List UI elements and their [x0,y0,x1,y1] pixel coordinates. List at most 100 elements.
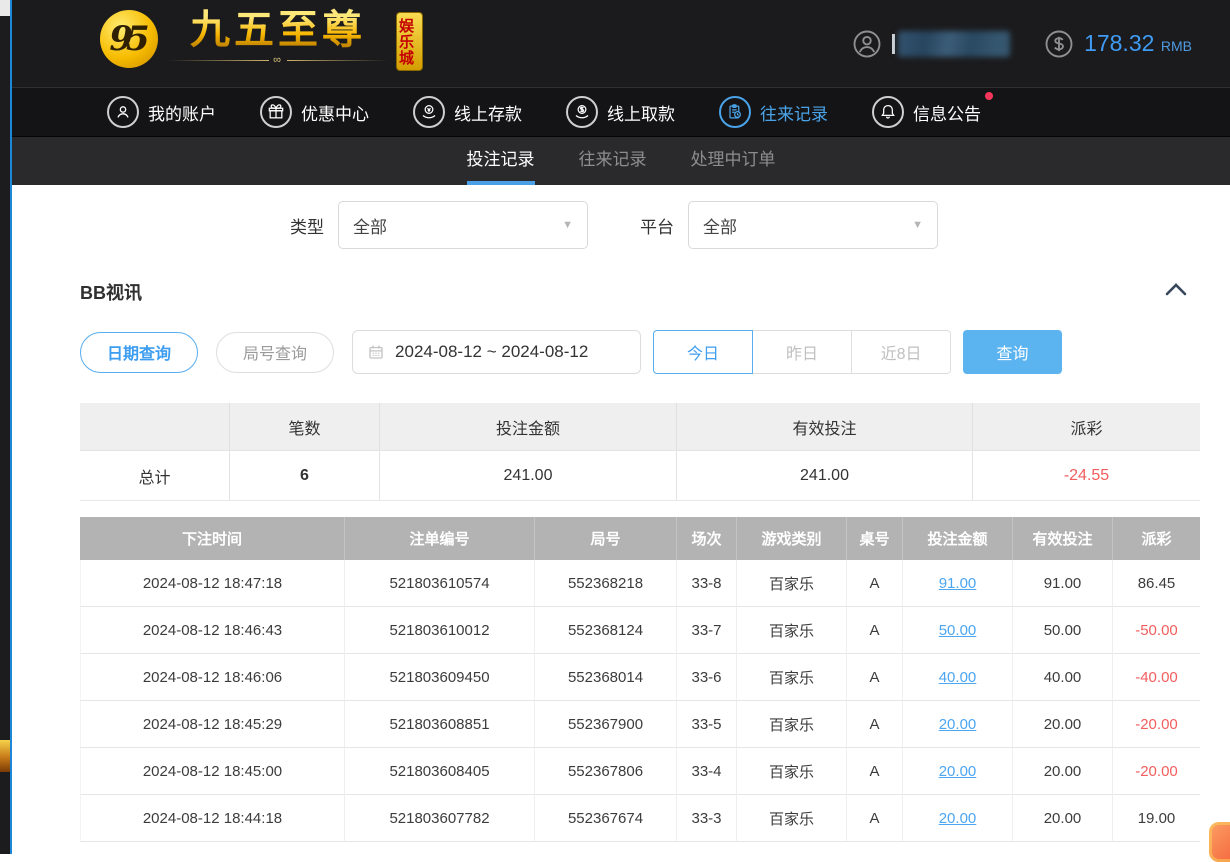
col-session: 场次 [677,517,737,560]
date-query-button[interactable]: 日期查询 [80,332,198,373]
summary-header-count: 笔数 [230,403,380,451]
user-account-chip[interactable] [852,29,1010,59]
cell-round-id: 552367900 [535,701,677,748]
summary-header-blank [80,403,230,451]
user-avatar-icon [852,29,882,59]
tab-transaction-records[interactable]: 往来记录 [579,137,647,185]
payout-cell: -20.00 [1113,748,1200,795]
cell-game-type: 百家乐 [737,701,847,748]
username-masked [892,31,1010,57]
nav-label: 往来记录 [760,100,828,125]
bet-amount-link[interactable]: 91.00 [939,575,977,592]
nav-label: 线上取款 [607,100,675,125]
summary-payout-value: -24.55 [973,451,1200,501]
account-icon [107,96,139,128]
cell-session: 33-4 [677,748,737,795]
cell-bet-time: 2024-08-12 18:45:29 [80,701,345,748]
table-row: 2024-08-12 18:46:43 521803610012 5523681… [80,607,1200,654]
summary-header-row: 笔数 投注金额 有效投注 派彩 [80,403,1200,451]
cell-game-type: 百家乐 [737,607,847,654]
summary-header-bet-amount: 投注金额 [380,403,677,451]
cell-round-id: 552368014 [535,654,677,701]
dollar-coin-icon [1044,29,1074,59]
cell-valid-bet: 20.00 [1013,701,1113,748]
quick-range-group: 今日 昨日 近8日 [653,330,951,374]
table-header-row: 下注时间 注单编号 局号 场次 游戏类别 桌号 投注金额 有效投注 派彩 [80,517,1200,560]
cell-bet-id: 521803608405 [345,748,535,795]
yesterday-button[interactable]: 昨日 [752,330,852,374]
balance-chip[interactable]: 178.32 RMB [1044,29,1192,59]
nav-item-online-withdraw[interactable]: 线上取款 [566,96,675,128]
col-valid-bet: 有效投注 [1013,517,1113,560]
cell-valid-bet: 20.00 [1013,795,1113,842]
balance-amount: 178.32 [1084,30,1154,56]
bell-icon [872,96,904,128]
calendar-icon [367,343,385,361]
top-header: 95 九五至尊 ∞ 娱乐城 [12,0,1230,87]
bet-amount-link[interactable]: 40.00 [939,669,977,686]
cell-table-no: A [847,654,903,701]
nav-item-promotions[interactable]: 优惠中心 [260,96,369,128]
records-clipboard-icon [719,96,751,128]
gift-icon [260,96,292,128]
summary-total-label: 总计 [80,451,230,501]
payout-cell: 86.45 [1113,560,1200,607]
cell-session: 33-3 [677,795,737,842]
nav-item-announcements[interactable]: 信息公告 [872,96,981,128]
date-range-input[interactable]: 2024-08-12 ~ 2024-08-12 [352,330,641,374]
cell-round-id: 552368124 [535,607,677,654]
type-select-value: 全部 [353,213,387,238]
cell-bet-time: 2024-08-12 18:44:18 [80,795,345,842]
cell-table-no: A [847,701,903,748]
nav-item-my-account[interactable]: 我的账户 [107,96,216,128]
table-row: 2024-08-12 18:45:29 521803608851 5523679… [80,701,1200,748]
left-edge-corner [0,0,10,16]
cell-bet-time: 2024-08-12 18:45:00 [80,748,345,795]
payout-cell: 19.00 [1113,795,1200,842]
col-bet-amount: 投注金额 [903,517,1013,560]
cell-valid-bet: 40.00 [1013,654,1113,701]
bet-amount-link[interactable]: 50.00 [939,622,977,639]
cell-table-no: A [847,795,903,842]
nav-item-transaction-records[interactable]: 往来记录 [719,96,828,128]
bet-amount-link[interactable]: 20.00 [939,716,977,733]
floating-promo-widget[interactable] [1209,822,1230,862]
cell-game-type: 百家乐 [737,560,847,607]
nav-item-online-deposit[interactable]: 线上存款 [413,96,522,128]
cell-bet-id: 521803610574 [345,560,535,607]
type-select[interactable]: 全部 ▼ [338,201,588,249]
platform-select[interactable]: 全部 ▼ [688,201,938,249]
summary-total-row: 总计 6 241.00 241.00 -24.55 [80,451,1200,501]
bet-amount-link[interactable]: 20.00 [939,810,977,827]
platform-filter-label: 平台 [640,213,674,238]
table-row: 2024-08-12 18:46:06 521803609450 5523680… [80,654,1200,701]
today-button[interactable]: 今日 [653,330,753,374]
cell-round-id: 552368218 [535,560,677,607]
bet-amount-link[interactable]: 20.00 [939,763,977,780]
search-button[interactable]: 查询 [963,330,1062,374]
brand-logo[interactable]: 95 九五至尊 ∞ 娱乐城 [100,8,423,71]
table-row: 2024-08-12 18:45:00 521803608405 5523678… [80,748,1200,795]
round-query-button[interactable]: 局号查询 [216,332,334,373]
tab-bet-records[interactable]: 投注记录 [467,137,535,185]
last8days-button[interactable]: 近8日 [851,330,951,374]
cell-game-type: 百家乐 [737,654,847,701]
col-bet-time: 下注时间 [80,517,345,560]
platform-select-value: 全部 [703,213,737,238]
cell-round-id: 552367806 [535,748,677,795]
payout-cell: -20.00 [1113,701,1200,748]
cell-bet-time: 2024-08-12 18:46:06 [80,654,345,701]
bet-records-table: 下注时间 注单编号 局号 场次 游戏类别 桌号 投注金额 有效投注 派彩 202… [80,517,1200,842]
date-range-value: 2024-08-12 ~ 2024-08-12 [395,342,588,362]
summary-bet-amount-value: 241.00 [380,451,677,501]
collapse-chevron-up-icon[interactable] [1164,281,1188,299]
cell-session: 33-5 [677,701,737,748]
cell-valid-bet: 50.00 [1013,607,1113,654]
page: 95 九五至尊 ∞ 娱乐城 [12,0,1230,854]
tab-processing-orders[interactable]: 处理中订单 [691,137,776,185]
record-tabs: 投注记录 往来记录 处理中订单 [12,137,1230,185]
col-round-id: 局号 [535,517,677,560]
table-row: 2024-08-12 18:47:18 521803610574 5523682… [80,560,1200,607]
cell-table-no: A [847,560,903,607]
logo-title: 九五至尊 [190,8,366,52]
